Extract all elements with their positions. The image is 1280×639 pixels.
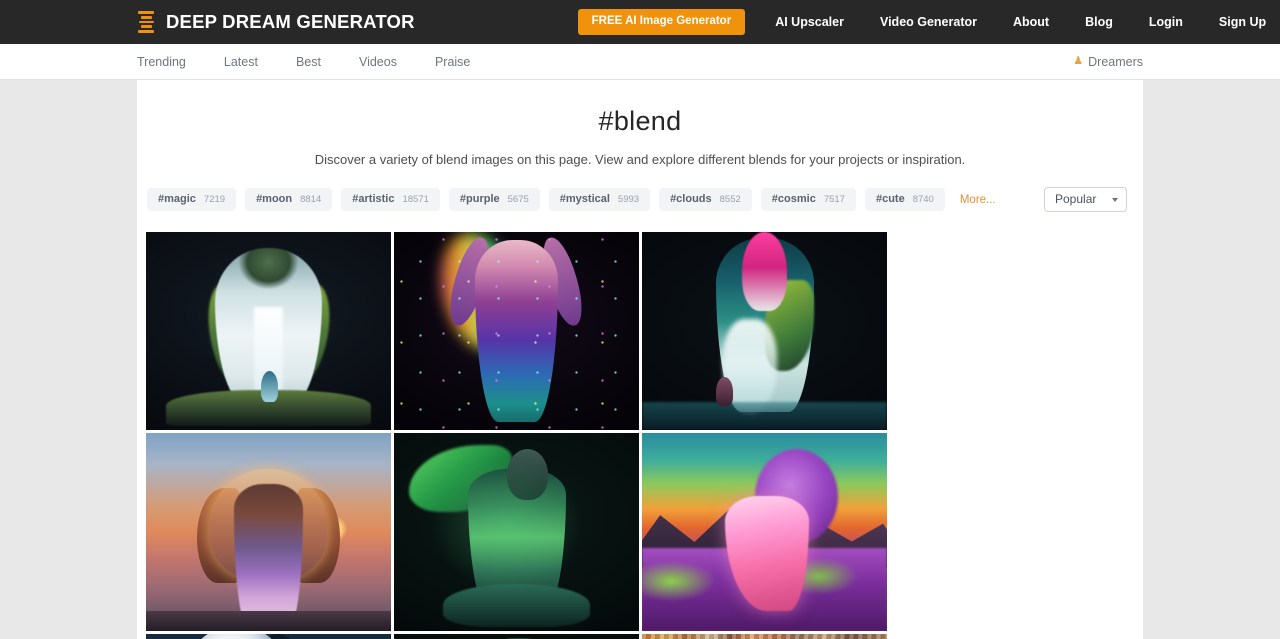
tag-name: #artistic <box>352 193 395 205</box>
tag-count: 5675 <box>507 194 529 205</box>
gallery-tile[interactable] <box>146 634 391 639</box>
tag-count: 8740 <box>912 194 934 205</box>
nav-video-generator[interactable]: Video Generator <box>862 15 995 29</box>
tag-count: 7219 <box>203 194 226 205</box>
tag-name: #purple <box>459 193 500 205</box>
gallery-tile[interactable] <box>642 232 887 430</box>
tag-count: 8814 <box>300 194 322 205</box>
subnav-best[interactable]: Best <box>296 55 341 69</box>
tag-chip-cosmic[interactable]: #cosmic 7517 <box>760 188 856 211</box>
more-tags-link[interactable]: More... <box>960 194 996 206</box>
gallery-tile[interactable] <box>642 634 887 639</box>
brand-title: DEEP DREAM GENERATOR <box>166 11 415 32</box>
artwork-purple-afro-meadow <box>642 433 887 631</box>
subnav-latest[interactable]: Latest <box>224 55 278 69</box>
brand-logo-link[interactable]: DEEP DREAM GENERATOR <box>137 11 415 33</box>
sort-select[interactable]: Popular Latest Best Trending <box>1044 187 1127 212</box>
dreamers-link[interactable]: ♟ Dreamers <box>1073 55 1143 69</box>
artwork-neon-galaxy-woman <box>394 232 639 430</box>
tag-name: #cosmic <box>771 193 816 205</box>
tag-chip-cute[interactable]: #cute 8740 <box>864 188 945 211</box>
artwork-golden-portrait-blend <box>642 634 887 639</box>
nav-sign-up[interactable]: Sign Up <box>1201 15 1280 29</box>
tag-chip-purple[interactable]: #purple 5675 <box>448 188 540 211</box>
nav-about[interactable]: About <box>995 15 1067 29</box>
gallery-tile[interactable] <box>394 433 639 631</box>
tag-chip-moon[interactable]: #moon 8814 <box>245 188 333 211</box>
image-gallery-grid <box>137 212 1143 639</box>
tag-chip-mystical[interactable]: #mystical 5993 <box>548 188 651 211</box>
nav-ai-upscaler[interactable]: AI Upscaler <box>757 15 862 29</box>
category-nav: Trending Latest Best Videos Praise <box>137 55 508 69</box>
gallery-tile[interactable] <box>146 232 391 430</box>
tag-name: #cute <box>875 193 905 205</box>
dreamers-label: Dreamers <box>1088 54 1143 69</box>
gallery-tile[interactable] <box>394 232 639 430</box>
tag-count: 5993 <box>617 194 640 205</box>
artwork-forest-goddess <box>146 232 391 430</box>
nav-blog[interactable]: Blog <box>1067 15 1131 29</box>
artwork-green-forest-body <box>394 433 639 631</box>
tag-filter-row: #magic 7219 #moon 8814 #artistic 18571 #… <box>137 167 1143 212</box>
page-title: #blend <box>598 106 682 136</box>
tag-name: #clouds <box>670 193 712 205</box>
subnav-trending[interactable]: Trending <box>137 55 206 69</box>
tag-count: 7517 <box>823 194 845 205</box>
artwork-sunset-silhouette-heads <box>146 433 391 631</box>
free-ai-image-generator-button[interactable]: FREE AI Image Generator <box>577 9 746 35</box>
subnav-videos[interactable]: Videos <box>359 55 417 69</box>
tag-name: #mystical <box>559 193 610 205</box>
tag-name: #magic <box>158 193 196 205</box>
ddg-stack-icon <box>137 11 155 33</box>
page-background: #blend Discover a variety of blend image… <box>0 80 1280 639</box>
primary-nav: FREE AI Image Generator AI Upscaler Vide… <box>577 9 1280 35</box>
trophy-icon: ♟ <box>1073 55 1084 67</box>
tag-count: 8552 <box>719 194 741 205</box>
secondary-navigation-bar: Trending Latest Best Videos Praise ♟ Dre… <box>0 44 1280 80</box>
tag-count: 18571 <box>402 194 429 205</box>
hero-section: #blend Discover a variety of blend image… <box>137 80 1143 167</box>
tag-chip-magic[interactable]: #magic 7219 <box>147 188 237 211</box>
artwork-pink-hair-waterfall <box>642 232 887 430</box>
tag-name: #moon <box>256 193 293 205</box>
top-navigation-bar: DEEP DREAM GENERATOR FREE AI Image Gener… <box>0 0 1280 44</box>
subnav-praise[interactable]: Praise <box>435 55 490 69</box>
content-container: #blend Discover a variety of blend image… <box>137 80 1143 639</box>
artwork-dark-cliff-waterfall <box>394 634 639 639</box>
gallery-tile[interactable] <box>642 433 887 631</box>
sort-dropdown-wrapper: Popular Latest Best Trending <box>1044 187 1127 212</box>
nav-login[interactable]: Login <box>1131 15 1201 29</box>
tag-chip-artistic[interactable]: #artistic 18571 <box>341 188 440 211</box>
gallery-tile[interactable] <box>146 433 391 631</box>
page-description: Discover a variety of blend images on th… <box>314 152 966 167</box>
tag-chip-clouds[interactable]: #clouds 8552 <box>659 188 752 211</box>
gallery-tile[interactable] <box>394 634 639 639</box>
artwork-cloud-spheres-figure <box>146 634 391 639</box>
